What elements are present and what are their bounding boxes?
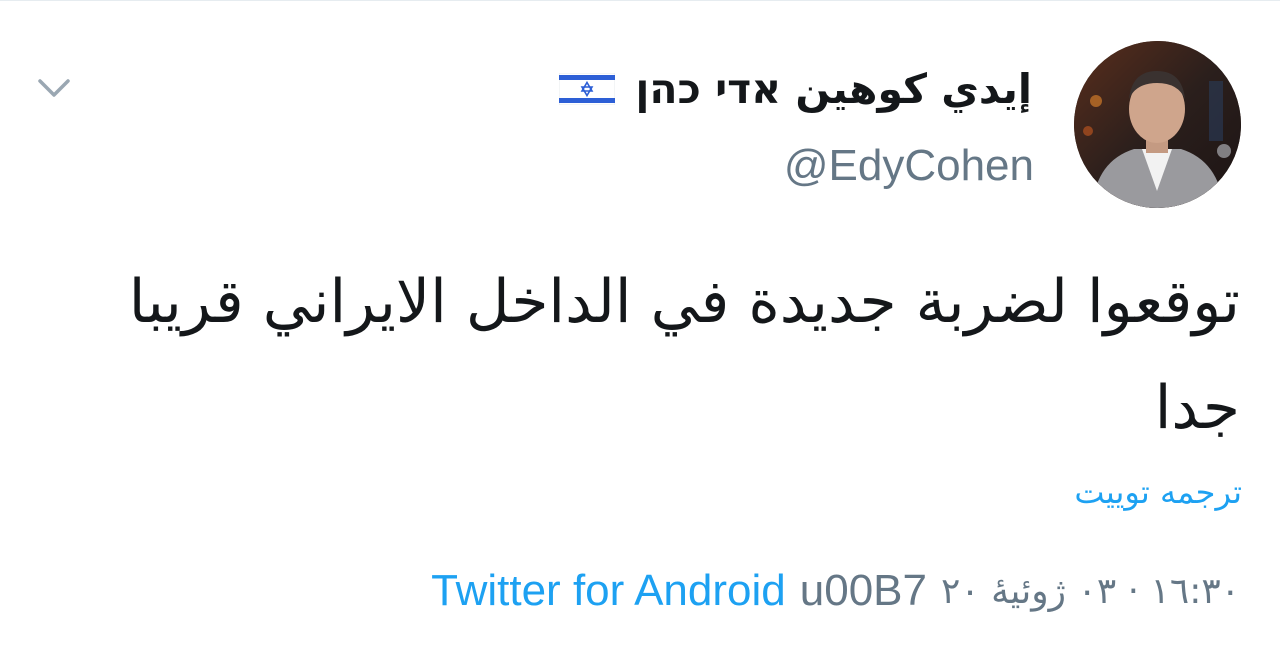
- avatar[interactable]: [1074, 41, 1241, 208]
- tweet-text: توقعوا لضربة جديدة في الداخل الايراني قر…: [128, 267, 1240, 443]
- tweet-timestamp[interactable]: ١٦:٣٠ · ٠٣ ژوئیهٔ ٢٠: [941, 571, 1240, 612]
- tweet-menu-button[interactable]: [34, 69, 74, 109]
- translate-tweet-link[interactable]: ترجمه توييت: [1074, 473, 1242, 511]
- author-handle[interactable]: @EdyCohen: [784, 141, 1034, 191]
- source-link[interactable]: Twitter for Android: [431, 566, 786, 616]
- author-display-name[interactable]: إيدي كوهين אדי כהן: [635, 65, 1032, 113]
- meta-separator: u00B7: [799, 566, 927, 615]
- avatar-photo: [1074, 41, 1241, 208]
- chevron-down-icon: [38, 79, 70, 97]
- author-name-row[interactable]: إيدي كوهين אדי כהן: [559, 57, 1032, 121]
- tweet-card: إيدي كوهين אדי כהן @EdyCohen توقعوا لضرب…: [0, 0, 1280, 660]
- tweet-meta: Twitter for Android u00B7 ١٦:٣٠ · ٠٣ ژوئ…: [431, 561, 1240, 621]
- israel-flag-icon: [559, 73, 616, 105]
